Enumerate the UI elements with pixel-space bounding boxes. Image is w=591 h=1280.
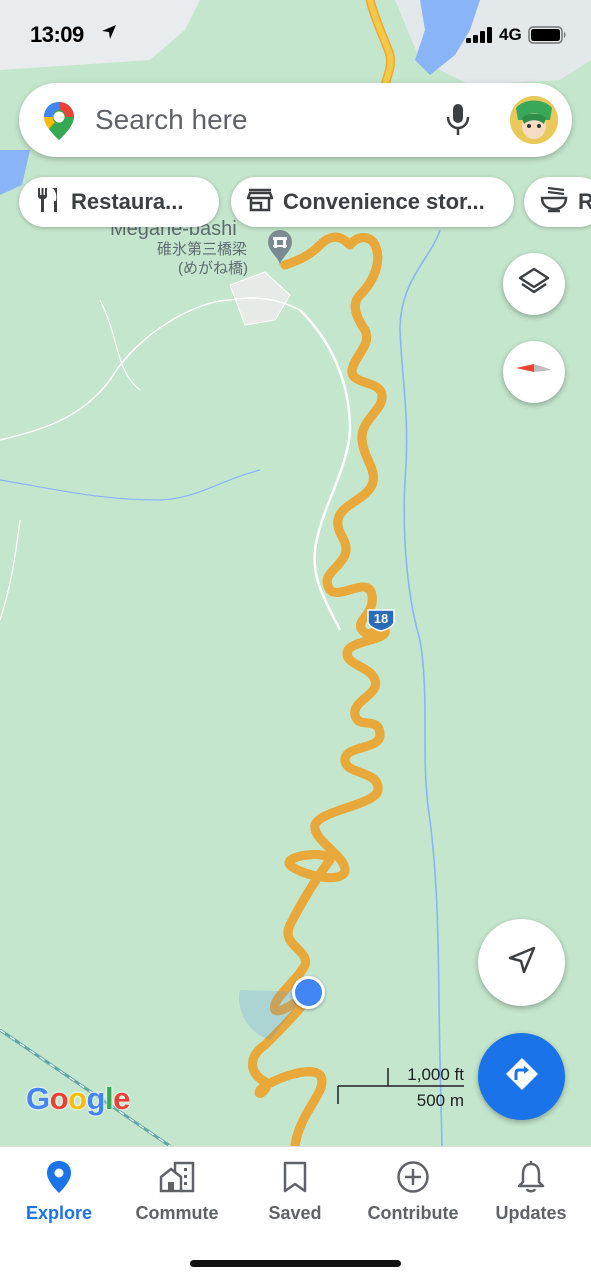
chip-label: R [578, 189, 591, 214]
location-services-icon [101, 24, 117, 45]
tab-updates[interactable]: Updates [472, 1157, 590, 1224]
chip-convenience-stores[interactable]: Convenience stor... [231, 177, 514, 227]
tab-label: Commute [135, 1203, 219, 1223]
chip-label: Convenience stor... [283, 189, 485, 214]
scale-metric: 500 m [416, 1091, 464, 1110]
home-indicator[interactable] [190, 1260, 401, 1267]
compass-button[interactable] [503, 341, 565, 403]
bell-icon [472, 1157, 590, 1197]
chip-label: Restaura... [71, 189, 184, 214]
chip-ramen[interactable]: R [524, 177, 591, 227]
scale-bar: 1,000 ft 500 m [336, 1064, 466, 1110]
network-type: 4G [499, 25, 522, 44]
search-bar[interactable]: Search here [19, 83, 572, 157]
recenter-button[interactable] [478, 919, 565, 1006]
tab-explore[interactable]: Explore [0, 1157, 118, 1224]
status-bar: 13:09 4G [0, 0, 591, 70]
tab-commute[interactable]: Commute [118, 1157, 236, 1224]
ramen-bowl-icon [540, 186, 568, 218]
plus-circle-icon [354, 1157, 472, 1197]
directions-button[interactable] [478, 1033, 565, 1120]
tab-contribute[interactable]: Contribute [354, 1157, 472, 1224]
bridge-poi-icon[interactable] [266, 228, 294, 271]
battery-icon [528, 26, 568, 49]
cellular-signal-icon [466, 27, 494, 48]
bookmark-icon [236, 1157, 354, 1197]
tab-label: Updates [495, 1203, 567, 1223]
microphone-icon[interactable] [445, 103, 471, 142]
buildings-icon [118, 1157, 236, 1197]
navigation-arrow-icon [507, 945, 537, 980]
layers-icon [518, 266, 550, 303]
place-name-kanji: 碓氷第三橋梁 [157, 241, 248, 258]
google-logo: Google [26, 1081, 130, 1116]
tab-label: Saved [268, 1203, 322, 1223]
store-icon [246, 188, 274, 217]
status-time: 13:09 [30, 22, 84, 47]
maps-pin-icon [41, 100, 77, 147]
route-number: 18 [373, 611, 389, 626]
my-location-dot [292, 976, 325, 1009]
fork-knife-icon [35, 187, 61, 218]
tab-label: Explore [25, 1203, 93, 1223]
search-input[interactable]: Search here [95, 104, 248, 136]
account-avatar[interactable] [510, 96, 558, 144]
location-pin-icon [0, 1157, 118, 1197]
layers-button[interactable] [503, 253, 565, 315]
place-name-kana: (めがね橋) [178, 260, 248, 277]
compass-icon [514, 360, 554, 385]
tab-saved[interactable]: Saved [236, 1157, 354, 1224]
directions-icon [504, 1056, 540, 1097]
chip-restaurants[interactable]: Restaura... [19, 177, 219, 227]
scale-imperial: 1,000 ft [407, 1065, 464, 1084]
tab-label: Contribute [367, 1203, 459, 1223]
route-shield-badge: 18 [366, 608, 396, 632]
